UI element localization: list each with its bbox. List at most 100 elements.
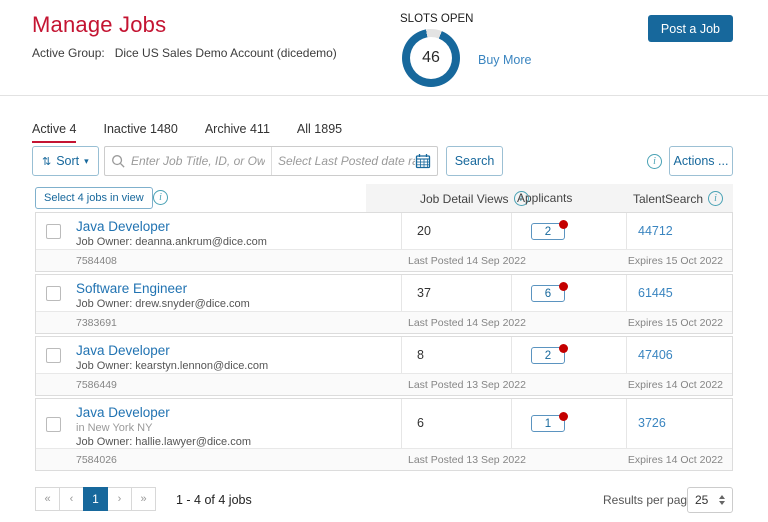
- job-owner: Job Owner: kearstyn.lennon@dice.com: [76, 360, 268, 372]
- job-id: 7383691: [76, 317, 117, 329]
- column-divider: [401, 275, 402, 312]
- job-info: Java Developer Job Owner: deanna.ankrum@…: [76, 219, 267, 248]
- row-checkbox[interactable]: [46, 224, 61, 239]
- column-divider: [511, 337, 512, 374]
- last-posted-date: Last Posted 14 Sep 2022: [408, 317, 526, 329]
- job-info: Java Developer in New York NY Job Owner:…: [76, 405, 251, 448]
- job-detail-views-value: 37: [417, 286, 431, 300]
- select-jobs-button[interactable]: Select 4 jobs in view: [35, 187, 153, 209]
- calendar-icon[interactable]: [415, 153, 431, 169]
- talentsearch-link[interactable]: 44712: [638, 224, 673, 238]
- buy-more-link[interactable]: Buy More: [478, 53, 532, 67]
- date-range-field[interactable]: [272, 147, 437, 175]
- slots-donut-chart: 46: [402, 29, 460, 87]
- tab-inactive[interactable]: Inactive 1480: [103, 122, 177, 143]
- applicants-badge[interactable]: 2: [531, 347, 565, 364]
- row-footer: 7383691 Last Posted 14 Sep 2022 Expires …: [36, 311, 732, 333]
- row-checkbox[interactable]: [46, 286, 61, 301]
- slots-count: 46: [422, 49, 440, 67]
- expires-date: Expires 15 Oct 2022: [628, 317, 723, 329]
- column-divider: [626, 337, 627, 374]
- column-divider: [511, 213, 512, 250]
- table-row: Java Developer Job Owner: kearstyn.lenno…: [35, 336, 733, 396]
- job-id: 7586449: [76, 379, 117, 391]
- applicants-count: 2: [545, 350, 551, 362]
- last-posted-date: Last Posted 13 Sep 2022: [408, 454, 526, 466]
- select-jobs-info-icon[interactable]: i: [153, 190, 168, 205]
- new-applicants-dot: [559, 344, 568, 353]
- col-talent-label: TalentSearch: [633, 192, 703, 206]
- column-divider: [401, 399, 402, 449]
- row-footer: 7584026 Last Posted 13 Sep 2022 Expires …: [36, 448, 732, 470]
- active-group-value: Dice US Sales Demo Account (dicedemo): [115, 46, 337, 60]
- last-posted-date: Last Posted 14 Sep 2022: [408, 255, 526, 267]
- results-per-page-value: 25: [695, 493, 708, 507]
- talentsearch-info-icon[interactable]: i: [708, 191, 723, 206]
- job-title-link[interactable]: Java Developer: [76, 219, 267, 234]
- job-title-link[interactable]: Java Developer: [76, 405, 251, 420]
- job-search-field[interactable]: [105, 147, 272, 175]
- slots-open-label: SLOTS OPEN: [400, 13, 474, 25]
- column-divider: [401, 213, 402, 250]
- new-applicants-dot: [559, 412, 568, 421]
- talentsearch-link[interactable]: 3726: [638, 416, 666, 430]
- chevron-down-icon: ▾: [84, 156, 89, 167]
- job-owner: Job Owner: drew.snyder@dice.com: [76, 298, 250, 310]
- search-button[interactable]: Search: [446, 146, 503, 176]
- date-range-input[interactable]: [278, 154, 415, 168]
- page-title: Manage Jobs: [32, 12, 166, 38]
- search-bar: [104, 146, 438, 176]
- next-page-button[interactable]: ›: [107, 487, 132, 511]
- actions-info-icon[interactable]: i: [647, 154, 662, 169]
- first-page-button[interactable]: «: [35, 487, 60, 511]
- sort-button-label: Sort: [56, 154, 79, 168]
- sort-button[interactable]: ⇅ Sort ▾: [32, 146, 99, 176]
- results-summary: 1 - 4 of 4 jobs: [176, 493, 252, 507]
- tab-active[interactable]: Active 4: [32, 122, 76, 143]
- job-info: Software Engineer Job Owner: drew.snyder…: [76, 281, 250, 310]
- column-divider: [626, 275, 627, 312]
- prev-page-button[interactable]: ‹: [59, 487, 84, 511]
- active-group-label: Active Group:: [32, 46, 105, 60]
- applicants-badge[interactable]: 1: [531, 415, 565, 432]
- job-detail-views-value: 20: [417, 224, 431, 238]
- status-tabs: Active 4 Inactive 1480 Archive 411 All 1…: [32, 122, 342, 143]
- select-updown-icon: [719, 495, 725, 505]
- header-divider: [0, 95, 768, 96]
- tab-archive[interactable]: Archive 411: [205, 122, 270, 143]
- applicants-count: 6: [545, 288, 551, 300]
- talentsearch-link[interactable]: 61445: [638, 286, 673, 300]
- applicants-badge[interactable]: 2: [531, 223, 565, 240]
- column-header-applicants: Applicants: [517, 191, 572, 205]
- job-id: 7584408: [76, 255, 117, 267]
- pagination: « ‹ 1 › »: [35, 487, 155, 511]
- results-per-page-label: Results per page: [603, 493, 694, 507]
- job-title-link[interactable]: Java Developer: [76, 343, 268, 358]
- table-row: Java Developer Job Owner: deanna.ankrum@…: [35, 212, 733, 272]
- job-detail-views-value: 6: [417, 416, 424, 430]
- tab-all[interactable]: All 1895: [297, 122, 342, 143]
- actions-button[interactable]: Actions ...: [669, 146, 733, 176]
- table-row: Software Engineer Job Owner: drew.snyder…: [35, 274, 733, 334]
- talentsearch-link[interactable]: 47406: [638, 348, 673, 362]
- row-checkbox[interactable]: [46, 417, 61, 432]
- expires-date: Expires 15 Oct 2022: [628, 255, 723, 267]
- job-detail-views-value: 8: [417, 348, 424, 362]
- expires-date: Expires 14 Oct 2022: [628, 454, 723, 466]
- row-footer: 7584408 Last Posted 14 Sep 2022 Expires …: [36, 249, 732, 271]
- applicants-count: 2: [545, 226, 551, 238]
- applicants-badge[interactable]: 6: [531, 285, 565, 302]
- post-a-job-button[interactable]: Post a Job: [648, 15, 733, 42]
- page-1-button[interactable]: 1: [83, 487, 108, 511]
- column-header-job-detail-views: Job Detail Views i: [420, 191, 529, 206]
- new-applicants-dot: [559, 220, 568, 229]
- results-per-page-select[interactable]: 25: [687, 487, 733, 513]
- col-applicants-label: Applicants: [517, 191, 572, 205]
- active-group: Active Group: Dice US Sales Demo Account …: [32, 46, 337, 60]
- job-title-link[interactable]: Software Engineer: [76, 281, 250, 296]
- row-checkbox[interactable]: [46, 348, 61, 363]
- column-divider: [401, 337, 402, 374]
- last-page-button[interactable]: »: [131, 487, 156, 511]
- search-input[interactable]: [131, 154, 265, 168]
- column-header-talentsearch: TalentSearch i: [633, 191, 723, 206]
